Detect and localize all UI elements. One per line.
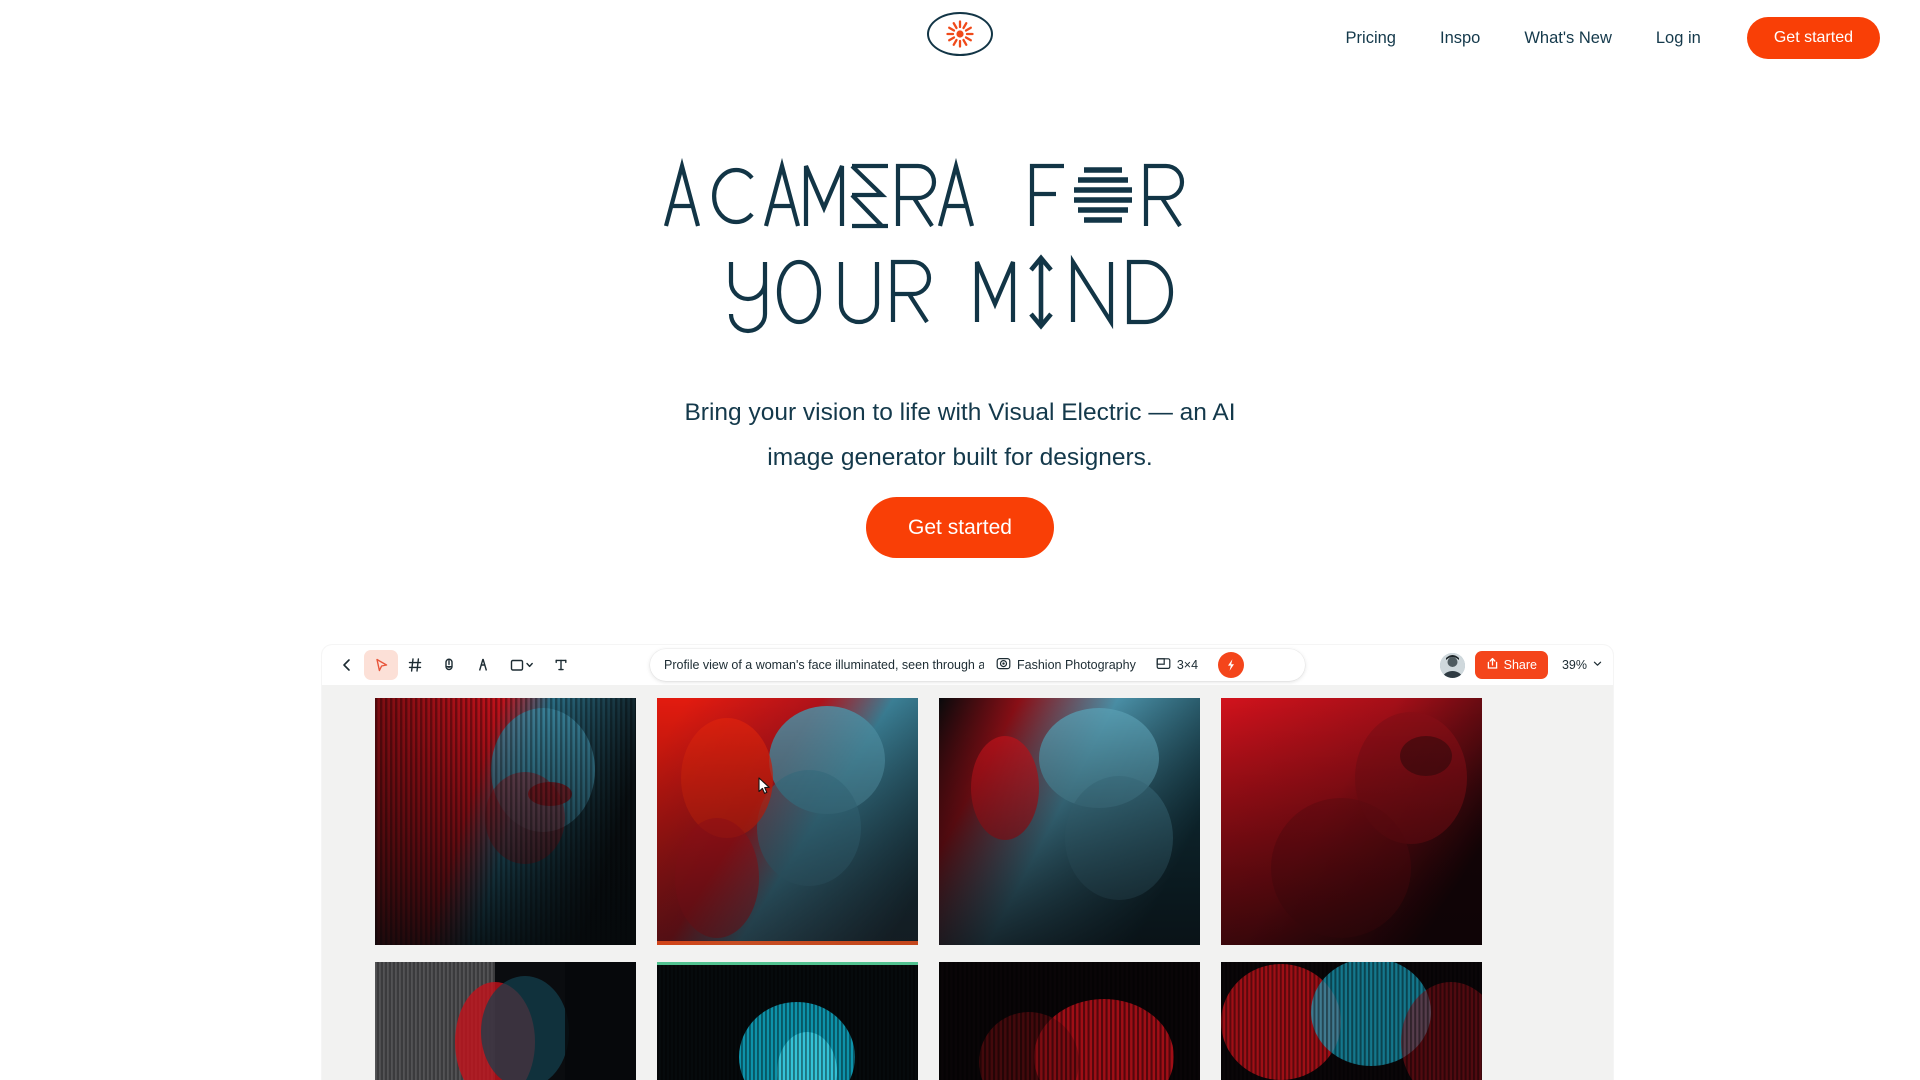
lightning-bolt-icon[interactable] (1218, 652, 1245, 678)
generated-image-6[interactable] (657, 962, 918, 1080)
zoom-control[interactable]: 39% (1562, 658, 1603, 672)
nav-get-started-button[interactable]: Get started (1746, 17, 1880, 59)
prompt-input[interactable]: Profile view of a woman's face illuminat… (664, 658, 984, 672)
camera-icon (996, 656, 1011, 674)
zoom-level-label: 39% (1561, 658, 1587, 672)
generated-image-3[interactable] (939, 698, 1200, 945)
ratio-chip-label: 3×4 (1176, 658, 1199, 672)
hero-subheading: Bring your vision to life with Visual El… (0, 390, 1920, 480)
app-toolbar: Profile view of a woman's face illuminat… (322, 645, 1613, 685)
cursor-arrow-icon[interactable] (364, 650, 398, 680)
toolbar-tools (322, 650, 578, 680)
headline-line-1 (0, 148, 1920, 244)
chevron-left-icon[interactable] (330, 650, 364, 680)
upload-share-icon (1486, 657, 1499, 673)
prompt-bar[interactable]: Profile view of a woman's face illuminat… (650, 649, 1305, 681)
share-button-label: Share (1503, 658, 1537, 672)
canvas-row-2 (375, 962, 1482, 1080)
sunburst-logo-icon[interactable] (927, 12, 993, 56)
hero-get-started-button[interactable]: Get started (866, 497, 1054, 558)
nav-link-pricing[interactable]: Pricing (1324, 30, 1418, 47)
generated-image-1[interactable] (375, 698, 636, 945)
style-chip[interactable]: Fashion Photography (996, 656, 1136, 674)
nav-links: Pricing Inspo What's New Log in Get star… (1324, 17, 1880, 59)
hero-cta-wrapper: Get started (0, 497, 1920, 558)
generated-image-5[interactable] (375, 962, 636, 1080)
hero-subheading-line-2: image generator built for designers. (767, 444, 1153, 471)
headline-line-2 (0, 244, 1920, 340)
share-button[interactable]: Share (1474, 651, 1548, 679)
ratio-chip[interactable]: 3×4 (1156, 656, 1198, 674)
chevron-down-icon (1592, 658, 1603, 672)
app-preview-window: Profile view of a woman's face illuminat… (322, 645, 1613, 1080)
nav-link-inspo[interactable]: Inspo (1418, 30, 1502, 47)
nav-link-whats-new[interactable]: What's New (1502, 30, 1634, 47)
nav-link-log-in[interactable]: Log in (1634, 30, 1723, 47)
generated-image-4[interactable] (1221, 698, 1482, 945)
text-T-icon[interactable] (544, 650, 578, 680)
landing-page: Pricing Inspo What's New Log in Get star… (0, 0, 1920, 1080)
hero-subheading-line-1: Bring your vision to life with Visual El… (684, 399, 1236, 426)
page-title (0, 148, 1920, 340)
generated-image-8[interactable] (1221, 962, 1482, 1080)
generated-image-2[interactable] (657, 698, 918, 945)
pen-nib-icon[interactable] (466, 650, 500, 680)
square-icon[interactable] (500, 650, 544, 680)
top-navigation-bar: Pricing Inspo What's New Log in Get star… (0, 0, 1920, 80)
canvas-row-1 (375, 698, 1482, 945)
user-avatar[interactable] (1439, 652, 1465, 678)
generated-image-7[interactable] (939, 962, 1200, 1080)
hand-icon[interactable] (432, 650, 466, 680)
app-canvas[interactable] (322, 685, 1613, 1080)
hash-grid-icon[interactable] (398, 650, 432, 680)
aspect-ratio-icon (1156, 656, 1171, 674)
style-chip-label: Fashion Photography (1017, 658, 1136, 672)
toolbar-right-controls: Share 39% (1439, 645, 1603, 685)
